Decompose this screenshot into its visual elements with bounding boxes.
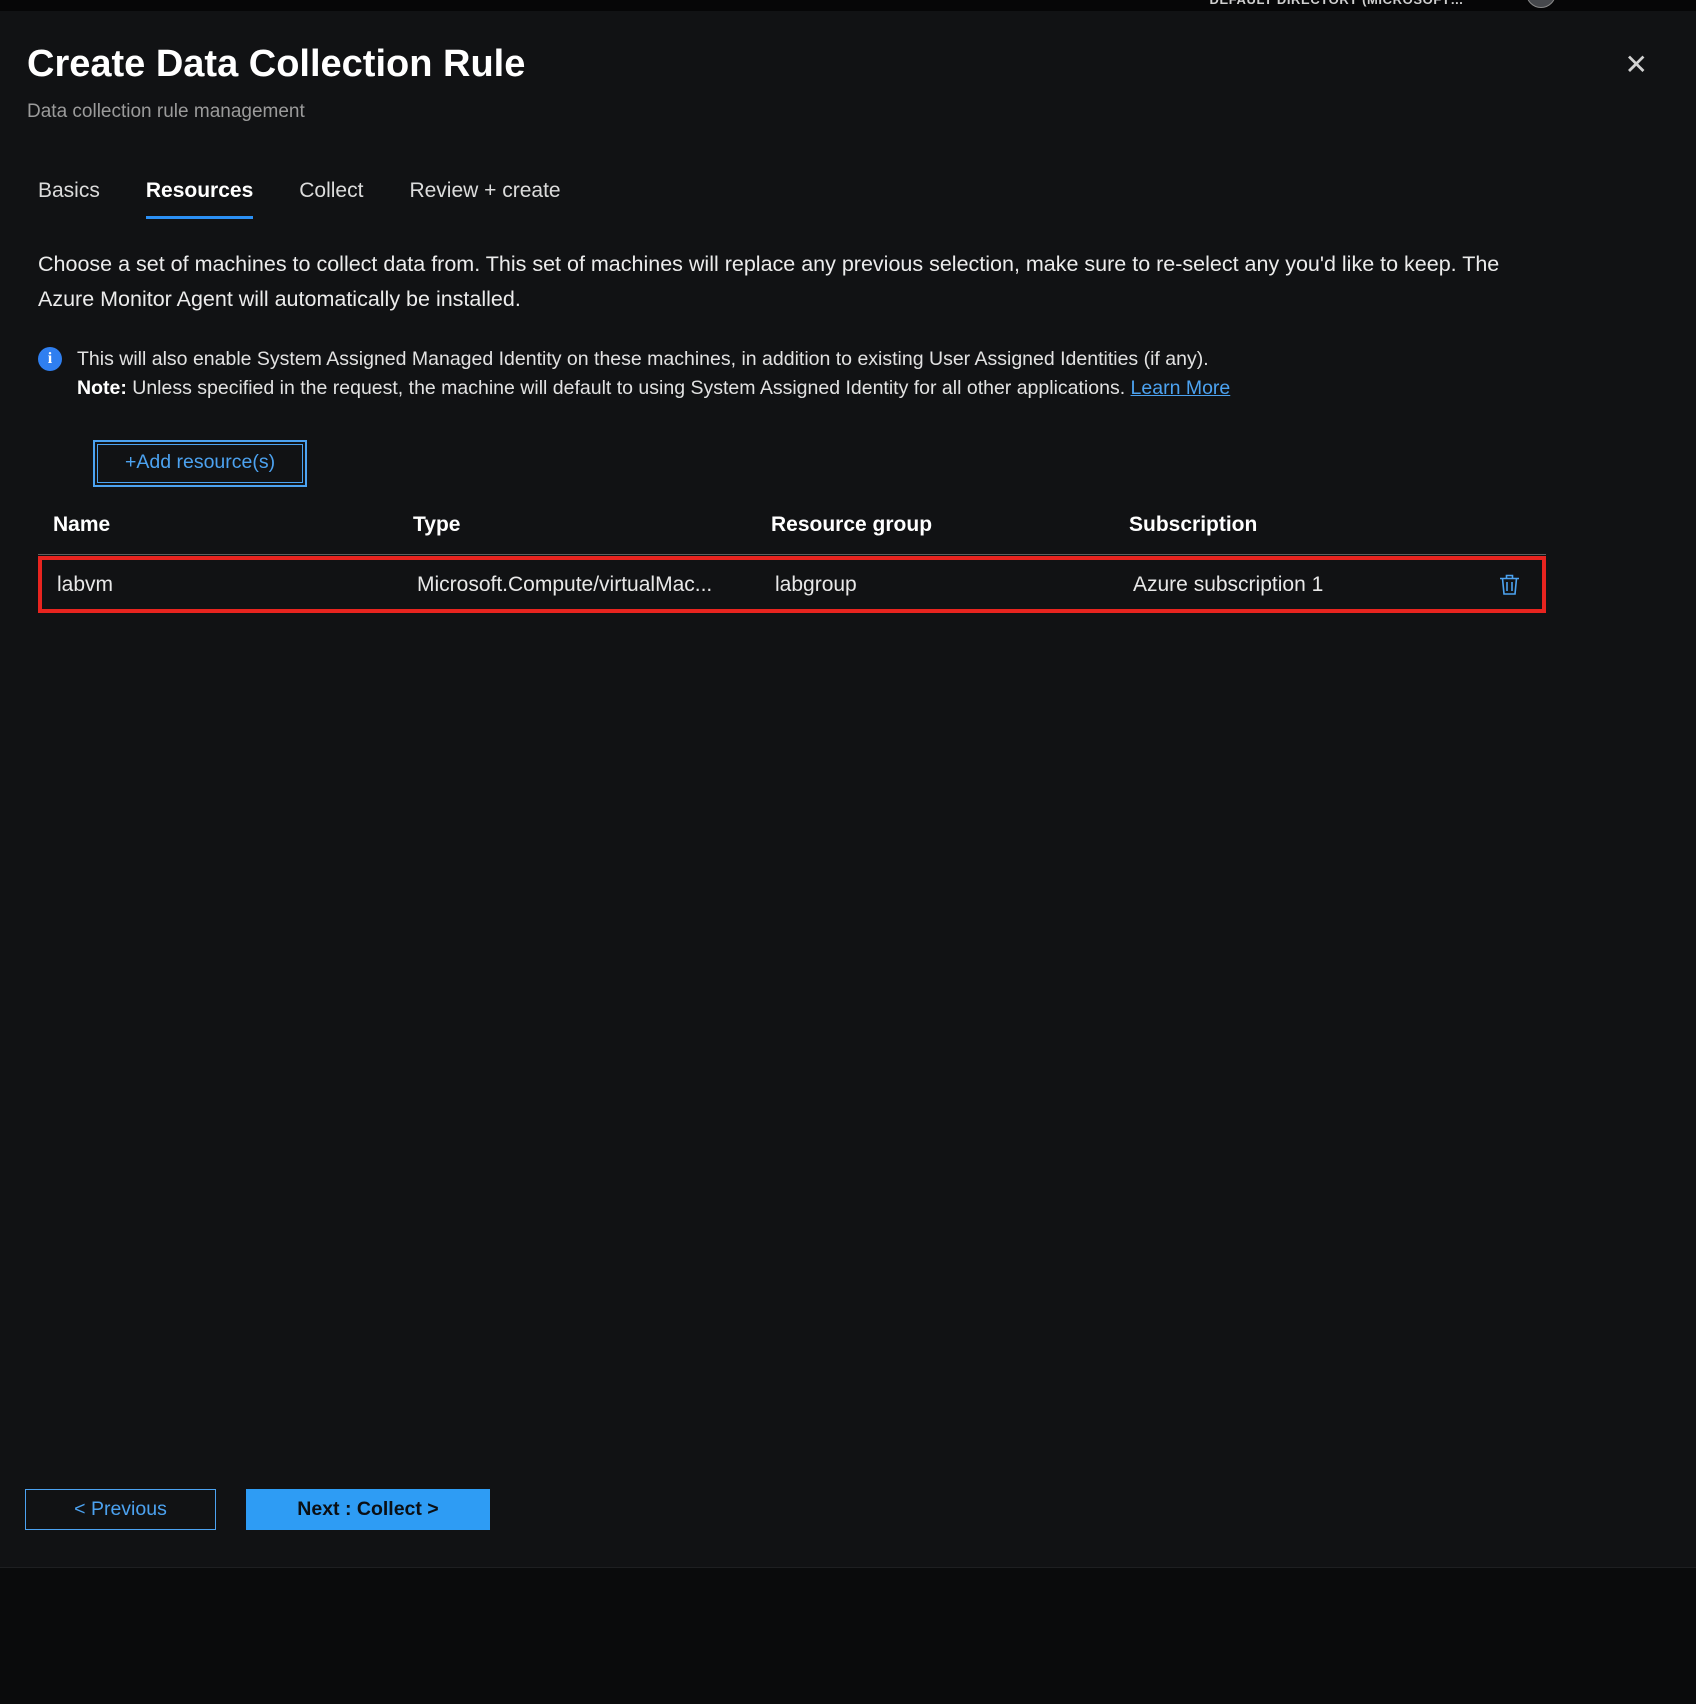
resource-table: Name Type Resource group Subscription la… <box>38 513 1546 614</box>
info-line-2: Note: Unless specified in the request, t… <box>77 376 1231 399</box>
directory-label: DEFAULT DIRECTORY (MICROSOFT… <box>1209 0 1464 7</box>
info-icon: i <box>38 346 62 371</box>
toolbar: +Add resource(s) <box>0 402 1696 488</box>
cell-name: labvm <box>57 572 114 596</box>
tab-bar: Basics Resources Collect Review + create <box>38 179 1696 219</box>
page-title: Create Data Collection Rule <box>27 43 526 85</box>
bottom-strip <box>0 1567 1696 1704</box>
panel-header: Create Data Collection Rule Data collect… <box>0 11 1696 123</box>
close-icon[interactable]: ✕ <box>1621 47 1652 83</box>
tab-review-create[interactable]: Review + create <box>409 179 560 219</box>
add-resources-button[interactable]: +Add resource(s) <box>92 440 308 488</box>
cell-resource-group: labgroup <box>775 572 857 596</box>
cell-subscription: Azure subscription 1 <box>1133 572 1324 596</box>
tab-collect[interactable]: Collect <box>299 179 363 219</box>
next-collect-button[interactable]: Next : Collect > <box>246 1489 490 1530</box>
cell-type: Microsoft.Compute/virtualMac... <box>417 572 713 596</box>
info-line-1: This will also enable System Assigned Ma… <box>77 347 1209 370</box>
page-subtitle: Data collection rule management <box>27 101 305 122</box>
info-note-label: Note: <box>77 376 127 399</box>
table-row[interactable]: labvm Microsoft.Compute/virtualMac... la… <box>42 560 1542 609</box>
column-header-name: Name <box>53 513 111 537</box>
learn-more-link[interactable]: Learn More <box>1131 377 1231 399</box>
tab-resources[interactable]: Resources <box>145 179 254 219</box>
column-header-subscription: Subscription <box>1129 513 1258 537</box>
tab-basics[interactable]: Basics <box>38 179 100 219</box>
page-description: Choose a set of machines to collect data… <box>38 252 1500 311</box>
column-header-type: Type <box>413 513 461 537</box>
top-chrome-bar: DEFAULT DIRECTORY (MICROSOFT… <box>0 0 1696 11</box>
delete-icon[interactable] <box>1497 571 1522 598</box>
info-text: This will also enable System Assigned Ma… <box>77 345 1230 403</box>
table-header-row: Name Type Resource group Subscription <box>38 513 1546 556</box>
highlight-box: labvm Microsoft.Compute/virtualMac... la… <box>38 556 1546 614</box>
previous-button[interactable]: < Previous <box>25 1489 216 1530</box>
column-header-resource-group: Resource group <box>771 513 933 537</box>
avatar[interactable] <box>1526 0 1556 8</box>
info-banner: i This will also enable System Assigned … <box>38 345 1658 403</box>
